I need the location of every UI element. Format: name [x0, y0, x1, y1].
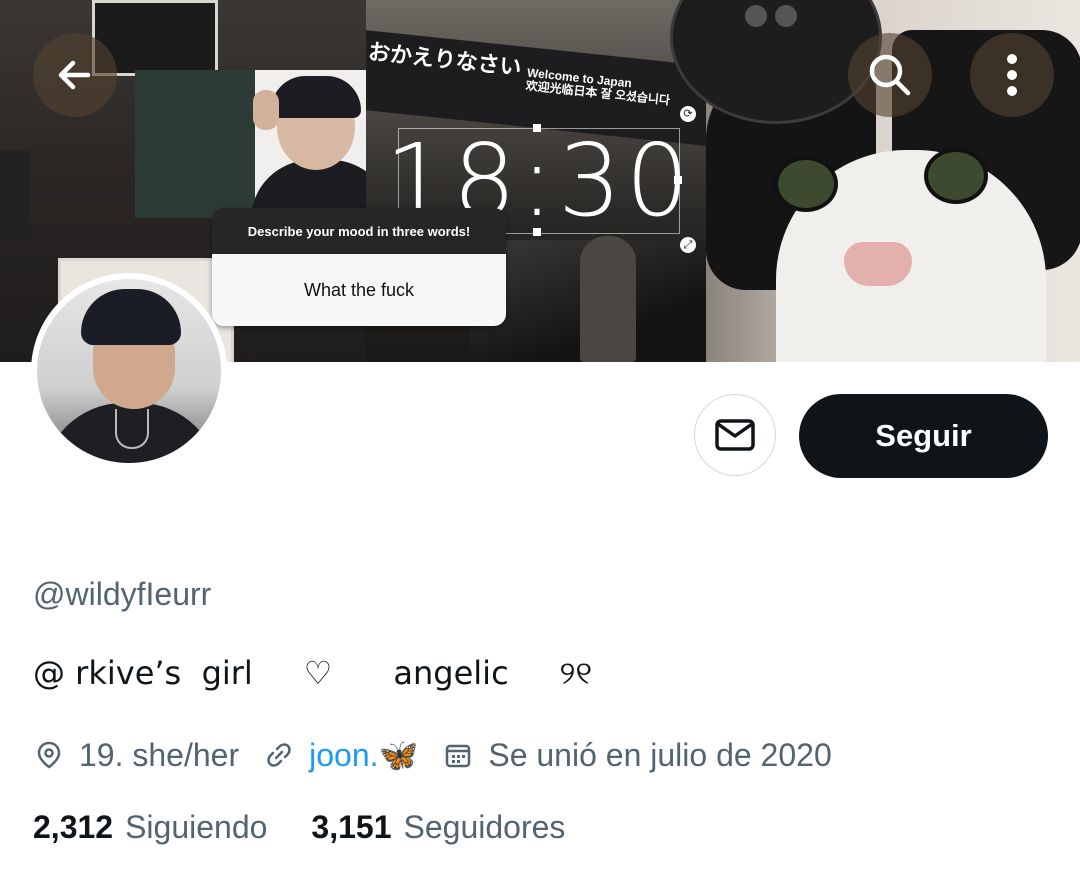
website-link-text[interactable]: joon.🦋: [309, 736, 418, 774]
more-options-button[interactable]: [970, 33, 1054, 117]
location-group: 19. she/her: [33, 737, 239, 774]
location-text: 19. she/her: [79, 736, 240, 773]
person-silhouette: [580, 236, 636, 362]
cat-eye: [774, 156, 838, 212]
more-vertical-icon: [1007, 54, 1017, 96]
search-button[interactable]: [848, 33, 932, 117]
avatar[interactable]: [31, 273, 227, 469]
rotate-icon: ⤢: [680, 237, 696, 253]
followers-count: 3,151: [311, 809, 392, 845]
following-link[interactable]: 2,312 Siguiendo: [33, 809, 311, 846]
resize-handle: [674, 176, 682, 184]
username-handle: @wildyfIeurr: [33, 576, 212, 612]
message-button[interactable]: [694, 394, 776, 476]
follow-button[interactable]: Seguir: [799, 394, 1048, 478]
profile-meta: 19. she/her joon.🦋 Se unió en julio de 2…: [33, 733, 856, 777]
banner-selfie-photo: [135, 70, 397, 218]
website-link[interactable]: joon.🦋: [263, 736, 418, 774]
calendar-icon: [442, 739, 474, 771]
mood-question: Describe your mood in three words!: [212, 208, 506, 254]
mood-question-sticker: Describe your mood in three words! What …: [212, 208, 506, 326]
search-icon: [869, 54, 911, 96]
gallery-frame: [0, 150, 30, 240]
following-count: 2,312: [33, 809, 114, 845]
resize-handle: [533, 228, 541, 236]
cat-eye: [924, 148, 988, 204]
join-date-group: Se unió en julio de 2020: [442, 736, 832, 774]
arrow-left-icon: [58, 60, 91, 90]
location-pin-icon: [33, 739, 65, 771]
avatar-photo: [37, 279, 221, 463]
follow-stats: 2,312 Siguiendo 3,151 Seguidores: [33, 809, 609, 846]
back-button[interactable]: [33, 33, 117, 117]
followers-label: Seguidores: [403, 809, 566, 845]
envelope-icon: [715, 419, 755, 451]
cat-nose: [844, 242, 912, 286]
link-icon: [263, 739, 295, 771]
followers-link[interactable]: 3,151 Seguidores: [311, 809, 609, 846]
rotate-icon: ⟳: [680, 106, 696, 122]
profile-bio: @ rkive’s girl ♡ angelic ୨୧: [33, 654, 593, 692]
resize-handle: [533, 124, 541, 132]
join-date-text: Se unió en julio de 2020: [488, 736, 832, 773]
following-label: Siguiendo: [125, 809, 268, 845]
mood-answer: What the fuck: [212, 254, 506, 326]
